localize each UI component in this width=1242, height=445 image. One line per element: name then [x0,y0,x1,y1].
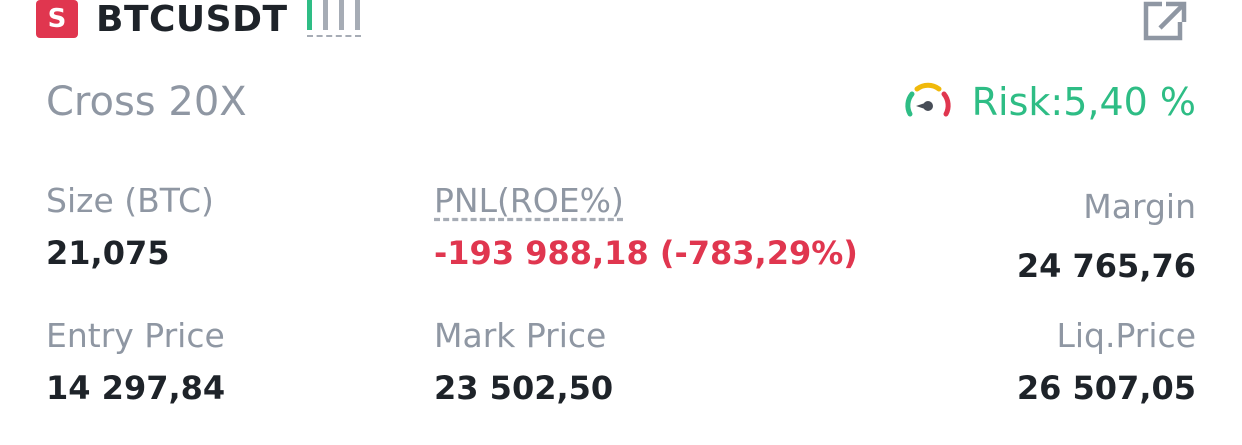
margin-mode: Cross 20X [46,79,247,125]
mark-price-label: Mark Price [434,316,607,355]
gauge-icon [905,82,951,117]
position-card: S BTCUSDT Cross 20X Risk:5,40 % Size (BT… [0,0,1242,445]
entry-price-label: Entry Price [46,316,225,355]
risk-ratio: Risk:5,40 % [971,80,1196,124]
side-badge: S [36,0,78,38]
margin-label: Margin [1083,187,1196,226]
liq-price-value: 26 507,05 [1016,369,1196,407]
size-label: Size (BTC) [46,181,214,220]
size-value: 21,075 [46,234,170,272]
pnl-value: -193 988,18 (-783,29%) [434,234,858,272]
entry-price-value: 14 297,84 [46,369,226,407]
symbol-name[interactable]: BTCUSDT [96,0,288,41]
mark-price-value: 23 502,50 [434,369,614,407]
pnl-label[interactable]: PNL(ROE%) [434,181,624,221]
margin-value: 24 765,76 [1016,247,1196,285]
share-icon[interactable] [1140,0,1188,42]
signal-bars-icon [307,0,362,40]
liq-price-label: Liq.Price [1056,316,1197,355]
